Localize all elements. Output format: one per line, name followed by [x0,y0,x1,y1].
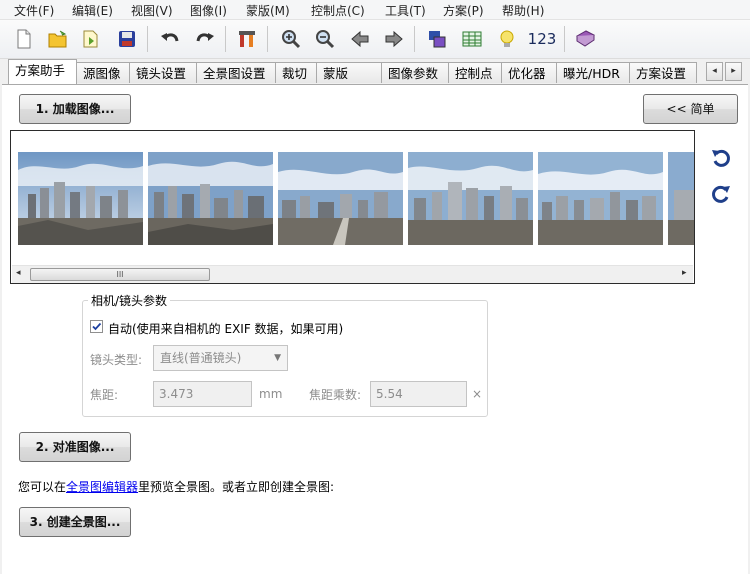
numbers-icon[interactable]: 123 [527,26,557,52]
info-text: 您可以在全景图编辑器里预览全景图。或者立即创建全景图: [18,478,334,495]
menu-view[interactable]: 视图(V) [131,2,173,19]
tab-project-settings[interactable]: 方案设置 [629,62,697,83]
load-images-button[interactable]: 1. 加载图像... [19,94,131,124]
toolbar: 123 [0,20,750,59]
tab-scroll-left-icon[interactable]: ◂ [706,62,723,81]
image-thumbnail[interactable] [538,152,663,245]
zoom-out-icon[interactable] [312,26,338,52]
menu-file[interactable]: 文件(F) [14,2,54,19]
image-thumbnail[interactable] [668,152,694,245]
tab-exposure-hdr[interactable]: 曝光/HDR [556,62,630,83]
auto-exif-label[interactable]: 自动(使用来自相机的 EXIF 数据，如果可用) [108,320,343,337]
tab-control-points[interactable]: 控制点 [448,62,502,83]
open-folder-icon[interactable] [45,26,71,52]
menu-mask[interactable]: 蒙版(M) [246,2,290,19]
image-thumbnail[interactable] [18,152,143,245]
thumbnail-scrollbar[interactable]: ◂ III ▸ [12,265,693,283]
tab-source-images[interactable]: 源图像 [76,62,130,83]
scrollbar-thumb[interactable]: III [30,268,210,281]
scroll-left-arrow-icon[interactable]: ◂ [16,268,21,278]
focal-length-unit: mm [259,387,283,401]
simple-mode-button[interactable]: << 简单 [643,94,738,124]
menu-bar: 文件(F) 编辑(E) 视图(V) 图像(I) 蒙版(M) 控制点(C) 工具(… [0,0,750,20]
arrow-right-icon[interactable] [381,26,407,52]
lens-type-label: 镜头类型: [90,353,143,367]
zoom-in-icon[interactable] [278,26,304,52]
table-icon[interactable] [459,26,485,52]
align-images-button[interactable]: 2. 对准图像... [19,432,131,462]
tab-strip: 方案助手 源图像 镜头设置 全景图设置 裁切 蒙版 图像参数 控制点 优化器 曝… [0,59,750,84]
menu-help[interactable]: 帮助(H) [502,2,544,19]
tab-image-parameters[interactable]: 图像参数 [381,62,449,83]
arrow-left-icon[interactable] [347,26,373,52]
toolbar-separator [414,26,415,52]
bulb-icon[interactable] [494,26,520,52]
image-thumbnail-strip: ◂ III ▸ [10,130,695,284]
rotate-clockwise-icon[interactable] [710,182,732,204]
focal-length-input[interactable]: 3.473 [153,381,252,407]
chevron-down-icon: ▼ [274,353,281,363]
panorama-editor-link[interactable]: 全景图编辑器 [66,480,138,494]
menu-tools[interactable]: 工具(T) [385,2,426,19]
focal-length-label: 焦距: [90,388,119,402]
crop-factor-unit: × [472,387,483,401]
menu-project[interactable]: 方案(P) [443,2,484,19]
menu-control-points[interactable]: 控制点(C) [311,2,365,19]
preview-icon[interactable] [424,26,450,52]
image-thumbnail[interactable] [278,152,403,245]
info-suffix: 里预览全景图。或者立即创建全景图: [138,480,335,494]
toolbar-separator [267,26,268,52]
menu-image[interactable]: 图像(I) [190,2,227,19]
help-book-icon[interactable] [572,26,598,52]
menu-edit[interactable]: 编辑(E) [72,2,113,19]
lens-type-select[interactable]: 直线(普通镜头) ▼ [153,345,288,371]
numbers-label: 123 [527,30,557,48]
tab-mask[interactable]: 蒙版 [316,62,382,83]
new-file-icon[interactable] [11,26,37,52]
crop-factor-input[interactable]: 5.54 [370,381,467,407]
rotate-counterclockwise-icon[interactable] [710,146,732,168]
tab-optimizer[interactable]: 优化器 [501,62,557,83]
camera-lens-group-title: 相机/镜头参数 [88,292,171,309]
image-thumbnail[interactable] [408,152,533,245]
scrollbar-grip: III [116,270,124,279]
scroll-right-arrow-icon[interactable]: ▸ [682,268,687,278]
info-prefix: 您可以在 [18,480,67,494]
tab-crop[interactable]: 裁切 [275,62,317,83]
create-panorama-button[interactable]: 3. 创建全景图... [19,507,131,537]
crop-factor-value: 5.54 [376,387,403,401]
lens-type-value: 直线(普通镜头) [160,351,242,365]
toolbar-separator [564,26,565,52]
crop-factor-label: 焦距乘数: [309,388,362,402]
open-recent-icon[interactable] [78,26,104,52]
tab-scroll-right-icon[interactable]: ▸ [725,62,742,81]
undo-icon[interactable] [157,26,183,52]
toolbar-separator [147,26,148,52]
redo-icon[interactable] [192,26,218,52]
tab-lens-settings[interactable]: 镜头设置 [129,62,197,83]
save-icon[interactable] [114,26,140,52]
image-thumbnail[interactable] [148,152,273,245]
toolbar-separator [225,26,226,52]
auto-exif-checkbox[interactable] [90,320,103,333]
tab-panorama-settings[interactable]: 全景图设置 [196,62,276,83]
tools-icon[interactable] [234,26,260,52]
focal-length-value: 3.473 [159,387,194,401]
tab-assistant[interactable]: 方案助手 [8,59,77,84]
